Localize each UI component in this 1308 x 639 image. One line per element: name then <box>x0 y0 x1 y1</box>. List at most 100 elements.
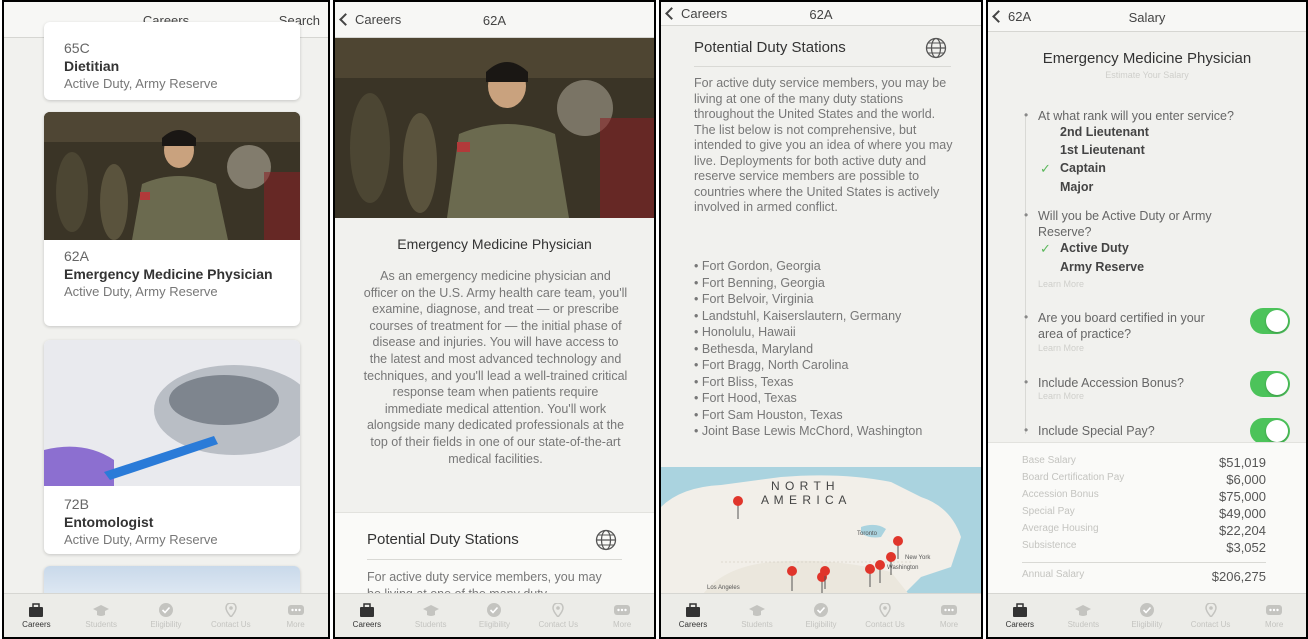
stations-heading: Potential Duty Stations <box>367 531 519 548</box>
tab-bar: Careers Students Eligibility Contact Us … <box>4 593 328 637</box>
rank-option-selected[interactable]: Captain <box>1060 161 1106 175</box>
duty-option[interactable]: Army Reserve <box>1060 260 1144 274</box>
learn-more-link[interactable]: Learn More <box>1038 391 1084 401</box>
station-item: Fort Hood, Texas <box>694 390 974 407</box>
tab-more[interactable]: More <box>263 594 328 637</box>
tab-careers[interactable]: Careers <box>988 594 1052 637</box>
learn-more-link[interactable]: Learn More <box>1038 343 1084 353</box>
tab-careers[interactable]: Careers <box>4 594 69 637</box>
tab-label: Contact Us <box>211 619 251 629</box>
step-bullet: • <box>1024 208 1029 222</box>
duty-option-selected[interactable]: Active Duty <box>1060 241 1129 255</box>
career-card-dietitian[interactable]: 65C Dietitian Active Duty, Army Reserve <box>44 22 300 100</box>
tab-label: Careers <box>1005 619 1035 629</box>
salary-navbar: 62A Salary <box>988 2 1306 32</box>
tab-label: Eligibility <box>478 619 511 629</box>
rank-option[interactable]: Major <box>1060 180 1093 194</box>
career-photo <box>44 112 300 240</box>
stations-intro: For active duty service members, you may… <box>694 76 953 214</box>
hero-photo <box>335 38 654 218</box>
stations-map[interactable]: N O R T H A M E R I C A Toronto New York… <box>661 467 981 597</box>
stations-list: Fort Gordon, Georgia Fort Benning, Georg… <box>694 258 974 440</box>
tab-careers[interactable]: Careers <box>335 594 399 637</box>
salary-subheading: Estimate Your Salary <box>1105 70 1189 80</box>
more-icon <box>1266 604 1283 615</box>
board-question: Are you board certified in your area of … <box>1038 311 1205 341</box>
learn-more-link[interactable]: Learn More <box>1038 279 1084 289</box>
briefcase-icon <box>359 602 374 617</box>
career-card-entomologist[interactable]: 72B Entomologist Active Duty, Army Reser… <box>44 340 300 554</box>
tab-bar: Careers Students Eligibility Contact Us … <box>988 593 1306 637</box>
briefcase-icon <box>686 602 700 617</box>
globe-icon[interactable] <box>925 37 947 59</box>
graduation-cap-icon <box>749 604 765 616</box>
tab-label: More <box>1265 619 1284 629</box>
accession-bonus-toggle[interactable] <box>1250 371 1290 397</box>
tab-students[interactable]: Students <box>69 594 134 637</box>
more-icon <box>941 604 957 615</box>
tab-more[interactable]: More <box>917 594 981 637</box>
tab-eligibility[interactable]: Eligibility <box>789 594 853 637</box>
tab-careers[interactable]: Careers <box>661 594 725 637</box>
special-pay-question: Include Special Pay? <box>1038 424 1155 438</box>
special-pay-toggle[interactable] <box>1250 418 1290 444</box>
briefcase-icon <box>1012 602 1027 617</box>
tab-more[interactable]: More <box>590 594 654 637</box>
duty-question: Will you be Active Duty or Army Reserve? <box>1038 209 1212 239</box>
salary-summary: Base Salary $51,019 Board Certification P… <box>988 442 1306 597</box>
map-pin-icon <box>886 552 896 575</box>
rank-option[interactable]: 2nd Lieutenant <box>1060 125 1149 139</box>
duty-stations-preview[interactable]: Potential Duty Stations For active duty … <box>335 512 654 601</box>
tab-eligibility[interactable]: Eligibility <box>1115 594 1179 637</box>
station-item: Joint Base Lewis McChord, Washington <box>694 423 974 440</box>
tab-label: Careers <box>678 619 708 629</box>
tab-label: Eligibility <box>1131 619 1163 629</box>
tab-students[interactable]: Students <box>399 594 463 637</box>
summary-row: Special Pay $49,000 <box>1022 506 1266 521</box>
checkmark-icon: ✓ <box>1040 161 1051 176</box>
tab-eligibility[interactable]: Eligibility <box>463 594 527 637</box>
tab-label: Students <box>741 619 773 629</box>
station-item: Fort Gordon, Georgia <box>694 258 974 275</box>
tab-label: Careers <box>22 619 51 629</box>
tab-students[interactable]: Students <box>725 594 789 637</box>
board-certified-toggle[interactable] <box>1250 308 1290 334</box>
salary-heading: Emergency Medicine Physician <box>1042 50 1252 67</box>
annual-value: $206,275 <box>1211 569 1266 584</box>
more-icon <box>287 604 304 615</box>
station-item: Fort Benning, Georgia <box>694 275 974 292</box>
career-name: Emergency Medicine Physician <box>64 266 273 282</box>
summary-value: $49,000 <box>1219 506 1266 521</box>
summary-row: Average Housing $22,204 <box>1022 523 1266 538</box>
tab-more[interactable]: More <box>1242 594 1306 637</box>
career-card-emergency-medicine[interactable]: 62A Emergency Medicine Physician Active … <box>44 112 300 326</box>
rank-question: At what rank will you enter service? <box>1038 109 1234 123</box>
summary-value: $22,204 <box>1219 523 1266 538</box>
step-bullet: • <box>1024 375 1029 389</box>
tab-label: Eligibility <box>805 619 837 629</box>
tab-students[interactable]: Students <box>1052 594 1116 637</box>
tab-bar: Careers Students Eligibility Contact Us … <box>661 593 981 637</box>
station-item: Bethesda, Maryland <box>694 341 974 358</box>
annual-salary-row: Annual Salary $206,275 <box>1022 569 1266 584</box>
station-item: Honolulu, Hawaii <box>694 324 974 341</box>
tab-contact-us[interactable]: Contact Us <box>853 594 917 637</box>
tab-contact-us[interactable]: Contact Us <box>1179 594 1243 637</box>
divider <box>694 66 951 67</box>
summary-value: $75,000 <box>1219 489 1266 504</box>
globe-icon[interactable] <box>595 529 617 551</box>
graduation-cap-icon <box>422 604 439 616</box>
tab-contact-us[interactable]: Contact Us <box>198 594 263 637</box>
tab-label: Contact Us <box>865 619 905 629</box>
graduation-cap-icon <box>1075 604 1092 616</box>
location-pin-icon <box>552 602 565 617</box>
tab-eligibility[interactable]: Eligibility <box>134 594 199 637</box>
rank-option[interactable]: 1st Lieutenant <box>1060 143 1145 157</box>
detail-description-section: Emergency Medicine Physician As an emerg… <box>335 218 654 508</box>
tab-label: Students <box>414 619 447 629</box>
tab-contact-us[interactable]: Contact Us <box>526 594 590 637</box>
summary-row: Board Certification Pay $6,000 <box>1022 472 1266 487</box>
station-item: Fort Belvoir, Virginia <box>694 291 974 308</box>
stations-heading: Potential Duty Stations <box>694 39 846 56</box>
map-pin-icon <box>787 566 797 591</box>
